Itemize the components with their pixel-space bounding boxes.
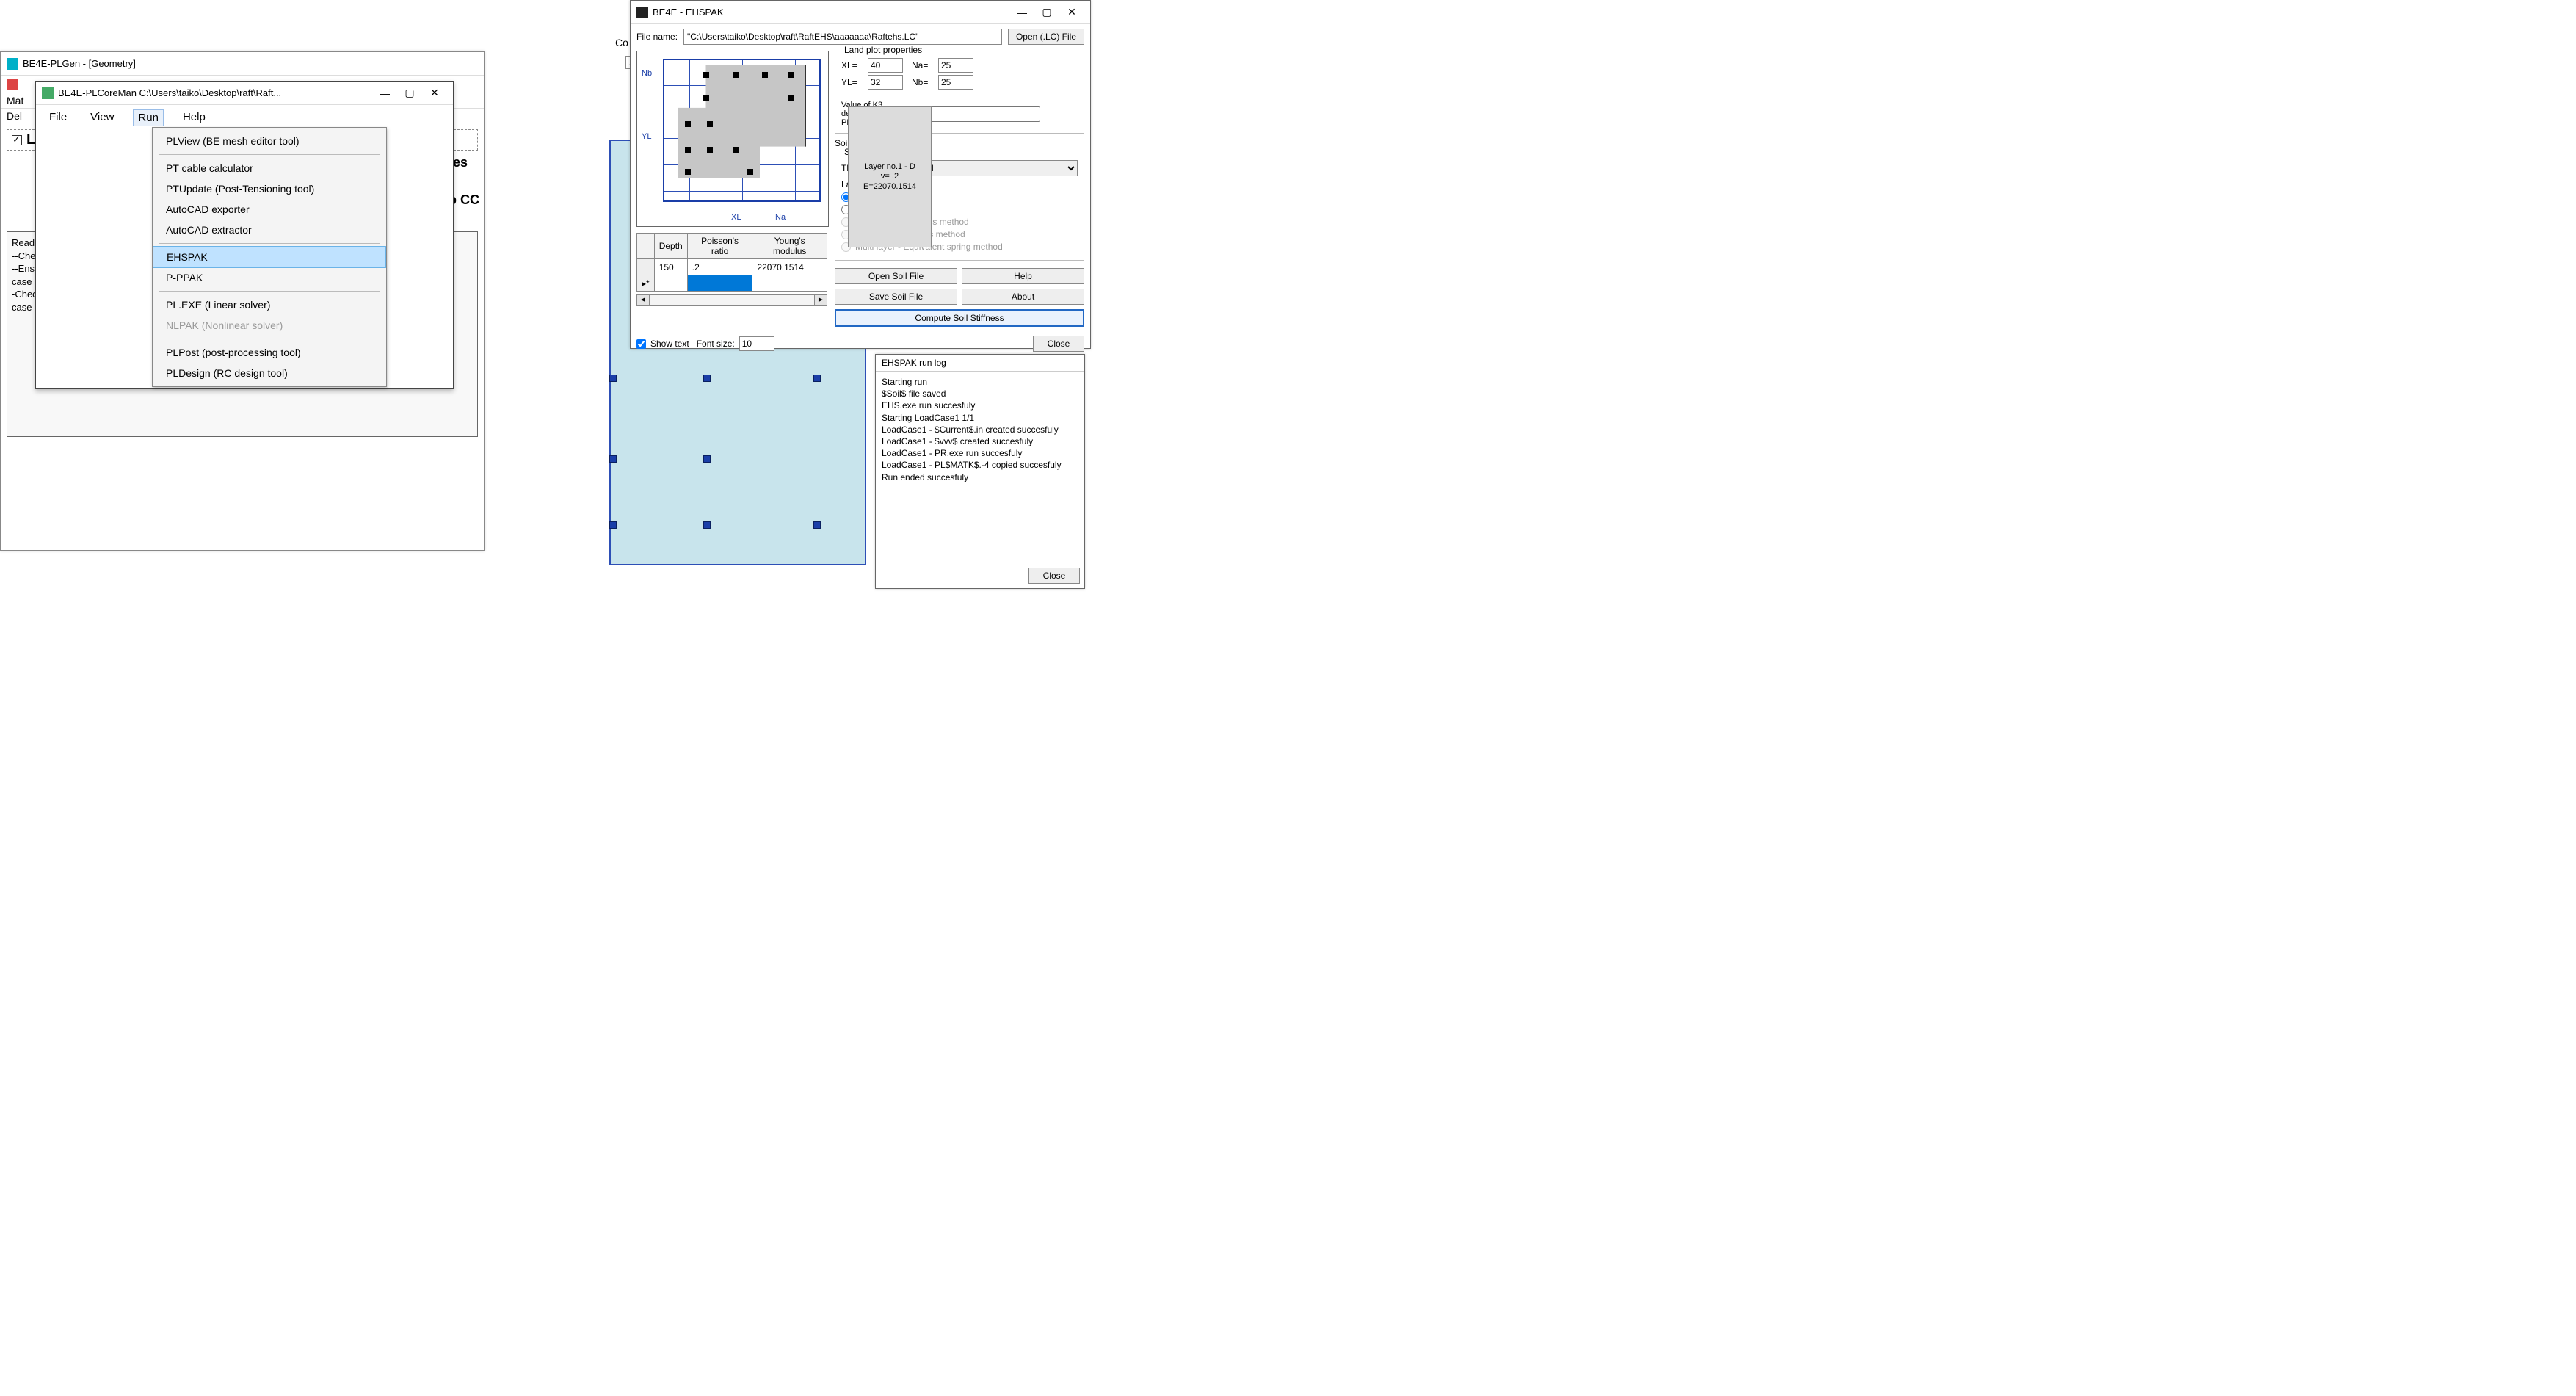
na-input[interactable] (938, 58, 973, 73)
maximize-button[interactable]: ▢ (397, 84, 422, 102)
menu-run[interactable]: Run (133, 109, 164, 126)
runlog-close-button[interactable]: Close (1028, 568, 1080, 584)
runlog-window: EHSPAK run log Starting run $Soil$ file … (875, 354, 1085, 589)
ehspak-close-dialog-button[interactable]: Close (1033, 336, 1084, 352)
axis-nb: Nb (642, 69, 652, 78)
nb-label: Nb= (912, 77, 934, 87)
menu-plexe[interactable]: PL.EXE (Linear solver) (153, 294, 386, 315)
menu-ehspak[interactable]: EHSPAK (153, 246, 386, 268)
soil-profile-text: Layer no.1 - D v= .2 E=22070.1514 (863, 162, 916, 192)
col-depth: Depth (654, 234, 687, 259)
menu-help[interactable]: Help (178, 109, 210, 126)
about-button[interactable]: About (962, 289, 1084, 305)
toolbar-mat[interactable]: Mat (7, 95, 23, 106)
table-row[interactable]: ▸* (637, 275, 827, 292)
menu-view[interactable]: View (86, 109, 118, 126)
xl-input[interactable] (868, 58, 903, 73)
cell-young[interactable]: 22070.1514 (752, 259, 827, 275)
help-button[interactable]: Help (962, 268, 1084, 284)
minimize-button[interactable]: — (372, 84, 397, 102)
cell-poisson[interactable]: .2 (687, 259, 752, 275)
fontsize-input[interactable] (739, 336, 774, 351)
scroll-left-icon[interactable]: ◄ (636, 294, 650, 306)
axis-na: Na (775, 213, 786, 222)
plgen-toolbar-icon[interactable] (7, 79, 18, 90)
menu-plview[interactable]: PLView (BE mesh editor tool) (153, 131, 386, 151)
plcoreman-app-icon (42, 87, 54, 99)
plcoreman-window: BE4E-PLCoreMan C:\Users\taiko\Desktop\ra… (35, 81, 454, 389)
table-scrollbar[interactable]: ◄ ► (636, 294, 827, 306)
menu-acad-exporter[interactable]: AutoCAD exporter (153, 199, 386, 220)
menu-plpost[interactable]: PLPost (post-processing tool) (153, 342, 386, 363)
toolbar-del[interactable]: Del (7, 110, 22, 122)
menu-pldesign[interactable]: PLDesign (RC design tool) (153, 363, 386, 383)
run-menu-dropdown: PLView (BE mesh editor tool) PT cable ca… (152, 127, 387, 387)
nb-input[interactable] (938, 75, 973, 90)
ehspak-maximize-button[interactable]: ▢ (1034, 4, 1059, 21)
yl-label: YL= (841, 77, 863, 87)
plcoreman-titlebar[interactable]: BE4E-PLCoreMan C:\Users\taiko\Desktop\ra… (36, 82, 453, 105)
ehspak-close-button[interactable]: ✕ (1059, 4, 1084, 21)
ehspak-title: BE4E - EHSPAK (653, 7, 724, 18)
show-text-checkbox[interactable]: Show text (636, 339, 689, 349)
menu-acad-extractor[interactable]: AutoCAD extractor (153, 220, 386, 240)
soil-table[interactable]: Depth Poisson's ratio Young's modulus 15… (636, 233, 827, 292)
filename-input[interactable] (683, 29, 1002, 45)
col-young: Young's modulus (752, 234, 827, 259)
cell-depth[interactable]: 150 (654, 259, 687, 275)
menu-pppak[interactable]: P-PPAK (153, 267, 386, 288)
menu-nlpak: NLPAK (Nonlinear solver) (153, 315, 386, 336)
table-row[interactable]: 150 .2 22070.1514 (637, 259, 827, 275)
yl-input[interactable] (868, 75, 903, 90)
loadcase-checkbox[interactable] (12, 135, 22, 145)
xl-label: XL= (841, 60, 863, 70)
na-label: Na= (912, 60, 934, 70)
open-lc-button[interactable]: Open (.LC) File (1008, 29, 1084, 45)
plgen-title: BE4E-PLGen - [Geometry] (23, 58, 136, 69)
soil-profile-preview: Layer no.1 - D v= .2 E=22070.1514 (848, 106, 932, 247)
open-soil-button[interactable]: Open Soil File (835, 268, 957, 284)
axis-yl: YL (642, 132, 651, 141)
close-button[interactable]: ✕ (422, 84, 447, 102)
menu-ptupdate[interactable]: PTUpdate (Post-Tensioning tool) (153, 178, 386, 199)
plgen-app-icon (7, 58, 18, 70)
plot-preview: Nb YL XL Na (636, 51, 829, 227)
bg-text-co: Co (615, 37, 628, 48)
menu-file[interactable]: File (45, 109, 71, 126)
landplot-title: Land plot properties (841, 45, 925, 55)
col-poisson: Poisson's ratio (687, 234, 752, 259)
ehspak-minimize-button[interactable]: — (1009, 4, 1034, 21)
plcoreman-title: BE4E-PLCoreMan C:\Users\taiko\Desktop\ra… (58, 87, 281, 98)
scroll-right-icon[interactable]: ► (814, 294, 827, 306)
filename-label: File name: (636, 32, 678, 42)
runlog-text: Starting run $Soil$ file saved EHS.exe r… (882, 376, 1078, 483)
save-soil-button[interactable]: Save Soil File (835, 289, 957, 305)
fontsize-label: Font size: (697, 339, 735, 349)
axis-xl: XL (731, 213, 741, 222)
ehspak-window: BE4E - EHSPAK — ▢ ✕ File name: Open (.LC… (630, 0, 1091, 349)
ehspak-app-icon (636, 7, 648, 18)
plgen-titlebar[interactable]: BE4E-PLGen - [Geometry] (1, 52, 484, 76)
compute-button[interactable]: Compute Soil Stiffness (835, 309, 1084, 327)
runlog-body: Starting run $Soil$ file saved EHS.exe r… (876, 372, 1084, 563)
ehspak-titlebar[interactable]: BE4E - EHSPAK — ▢ ✕ (631, 1, 1090, 24)
menu-ptcalc[interactable]: PT cable calculator (153, 158, 386, 178)
